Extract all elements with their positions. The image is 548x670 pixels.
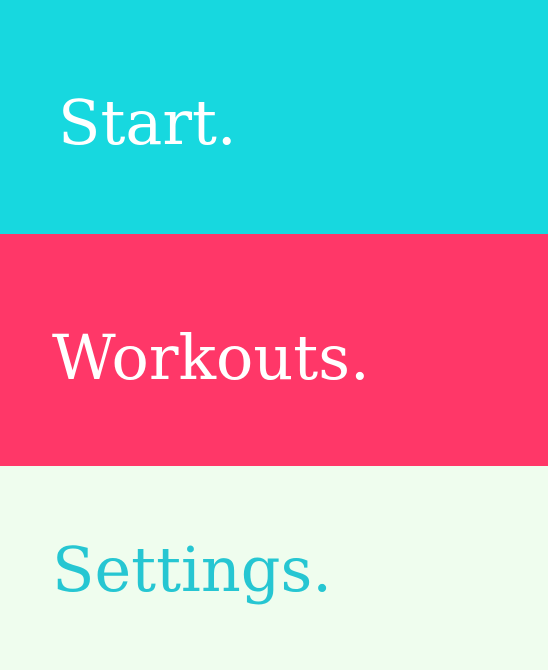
menu-item-settings-label: Settings. (52, 533, 332, 606)
menu-item-start-label: Start. (58, 86, 237, 159)
menu-item-workouts[interactable]: Workouts. (0, 234, 548, 466)
menu-item-settings[interactable]: Settings. (0, 466, 548, 670)
menu-item-workouts-label: Workouts. (52, 321, 370, 394)
menu-item-start[interactable]: Start. (0, 0, 548, 234)
main-menu: Start. Workouts. Settings. (0, 0, 548, 670)
